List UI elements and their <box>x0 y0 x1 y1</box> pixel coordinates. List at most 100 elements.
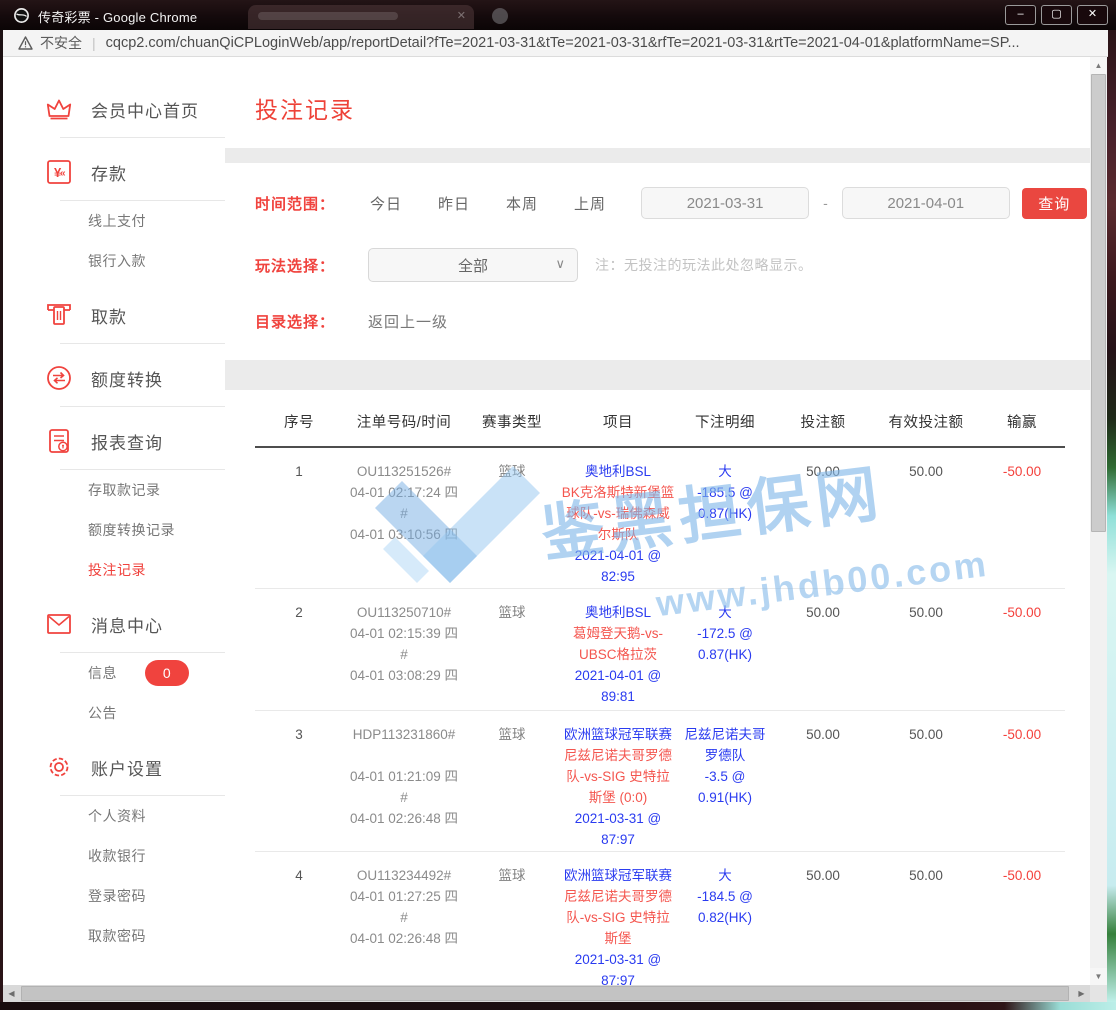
cell-order-number-time[interactable]: OU113251526# 04-01 02:17:24 四 # 04-01 03… <box>343 447 465 589</box>
horizontal-scrollbar[interactable]: ◀ ▶ <box>3 985 1090 1002</box>
quick-last-week[interactable]: 上周 <box>574 193 606 214</box>
horizontal-scroll-thumb[interactable] <box>21 986 1069 1001</box>
cell-index: 3 <box>255 711 343 852</box>
cell-order-number-time[interactable]: OU113250710# 04-01 02:15:39 四 # 04-01 03… <box>343 589 465 711</box>
back-to-parent-link[interactable]: 返回上一级 <box>368 311 448 332</box>
table-row: 1 OU113251526# 04-01 02:17:24 四 # 04-01 … <box>255 447 1065 589</box>
sidebar-item-withdraw[interactable]: 取款 <box>3 293 225 337</box>
cell-sport-type: 篮球 <box>465 852 559 993</box>
table-row: 4 OU113234492# 04-01 01:27:25 四 # 04-01 … <box>255 852 1065 993</box>
svg-text:«: « <box>60 168 66 179</box>
cell-valid-bet-amount: 50.00 <box>873 589 979 711</box>
scroll-left-arrow[interactable]: ◀ <box>3 985 20 1002</box>
sidebar-item-quota-exchange[interactable]: 额度转换 <box>3 356 225 400</box>
match-teams[interactable]: BK克洛斯特新堡篮球队-vs-瑞佛森威尔斯队 <box>560 482 676 545</box>
scroll-right-arrow[interactable]: ▶ <box>1073 985 1090 1002</box>
column-header: 下注明细 <box>677 390 773 447</box>
quick-today[interactable]: 今日 <box>370 193 402 214</box>
background-tab-ghost[interactable]: ✕ <box>248 5 474 29</box>
minimize-button[interactable]: – <box>1005 5 1036 25</box>
table-header-row: 序号注单号码/时间赛事类型项目下注明细投注额有效投注额输赢 <box>255 390 1065 447</box>
not-secure-label: 不安全 <box>40 33 82 53</box>
sidebar-item-deposit[interactable]: ¥« 存款 <box>3 150 225 194</box>
cell-bet-detail: 尼兹尼诺夫哥罗德队 -3.5 @ 0.91(HK) <box>677 711 773 852</box>
cell-win-loss: -50.00 <box>979 589 1065 711</box>
report-icon <box>45 427 73 455</box>
scrollbar-corner <box>1090 985 1107 1002</box>
cell-item[interactable]: 欧洲篮球冠军联赛 尼兹尼诺夫哥罗德队-vs-SIG 史特拉斯堡 2021-03-… <box>559 852 677 993</box>
divider <box>60 137 225 138</box>
match-time-score: 2021-04-01 @ 82:95 <box>560 545 676 587</box>
quick-this-week[interactable]: 本周 <box>506 193 538 214</box>
close-button[interactable]: ✕ <box>1077 5 1108 25</box>
vertical-scrollbar[interactable]: ▲ ▼ <box>1090 57 1107 985</box>
sidebar-item-messages[interactable]: 信息 0 <box>3 653 225 693</box>
filter-card: 时间范围： 今日 昨日 本周 上周 2021-03-31 - 2021-04-0… <box>225 163 1090 360</box>
cell-bet-detail: 大 -172.5 @ 0.87(HK) <box>677 589 773 711</box>
match-teams[interactable]: 葛姆登天鹅-vs-UBSC格拉茨 <box>560 623 676 665</box>
cell-sport-type: 篮球 <box>465 447 559 589</box>
message-count-badge: 0 <box>145 660 189 686</box>
table-body: 1 OU113251526# 04-01 02:17:24 四 # 04-01 … <box>255 447 1065 1002</box>
scroll-up-arrow[interactable]: ▲ <box>1090 57 1107 74</box>
chevron-down-icon: ∨ <box>555 256 565 272</box>
maximize-button[interactable]: ▢ <box>1041 5 1072 25</box>
sidebar-item-personal-info[interactable]: 个人资料 <box>3 796 225 836</box>
vertical-scroll-thumb[interactable] <box>1091 74 1106 532</box>
sidebar-item-betting-records[interactable]: 投注记录 <box>3 550 225 590</box>
date-to-input[interactable]: 2021-04-01 <box>842 187 1010 219</box>
betting-records-table: 序号注单号码/时间赛事类型项目下注明细投注额有效投注额输赢 1 OU113251… <box>255 390 1065 1002</box>
new-tab-ghost[interactable] <box>492 8 508 24</box>
cell-item[interactable]: 欧洲篮球冠军联赛 尼兹尼诺夫哥罗德队-vs-SIG 史特拉斯堡 (0:0) 20… <box>559 711 677 852</box>
sidebar-item-report-query[interactable]: 报表查询 <box>3 419 225 463</box>
sidebar-item-quota-exchange-records[interactable]: 额度转换记录 <box>3 510 225 550</box>
sidebar-item-login-password[interactable]: 登录密码 <box>3 876 225 916</box>
url-separator: | <box>92 35 96 51</box>
play-select-note: 注：无投注的玩法此处忽略显示。 <box>595 255 813 275</box>
address-bar[interactable]: 不安全 | cqcp2.com/chuanQiCPLoginWeb/app/re… <box>3 30 1108 57</box>
cell-bet-detail: 大 -184.5 @ 0.82(HK) <box>677 852 773 993</box>
sidebar-item-announcements[interactable]: 公告 <box>3 693 225 733</box>
league-name[interactable]: 奥地利BSL <box>560 461 676 482</box>
time-range-row: 时间范围： 今日 昨日 本周 上周 2021-03-31 - 2021-04-0… <box>255 187 1090 219</box>
league-name[interactable]: 欧洲篮球冠军联赛 <box>560 865 676 886</box>
cell-win-loss: -50.00 <box>979 711 1065 852</box>
cell-order-number-time[interactable]: OU113234492# 04-01 01:27:25 四 # 04-01 02… <box>343 852 465 993</box>
sidebar-item-withdraw-password[interactable]: 取款密码 <box>3 916 225 956</box>
sidebar-item-member-home[interactable]: 会员中心首页 <box>3 87 225 131</box>
league-name[interactable]: 奥地利BSL <box>560 602 676 623</box>
cell-item[interactable]: 奥地利BSL BK克洛斯特新堡篮球队-vs-瑞佛森威尔斯队 2021-04-01… <box>559 447 677 589</box>
play-type-select[interactable]: 全部 ∨ <box>368 248 578 282</box>
divider <box>60 343 225 344</box>
cell-index: 2 <box>255 589 343 711</box>
play-select-label: 玩法选择： <box>255 255 345 276</box>
sidebar-item-receiving-bank[interactable]: 收款银行 <box>3 836 225 876</box>
cell-sport-type: 篮球 <box>465 711 559 852</box>
page-title: 投注记录 <box>255 97 355 123</box>
gear-icon <box>45 753 73 781</box>
cell-item[interactable]: 奥地利BSL 葛姆登天鹅-vs-UBSC格拉茨 2021-04-01 @ 89:… <box>559 589 677 711</box>
sidebar-item-online-payment[interactable]: 线上支付 <box>3 201 225 241</box>
title-bar: 传奇彩票 - Google Chrome ✕ – ▢ ✕ <box>0 0 1116 30</box>
sidebar-item-bank-deposit[interactable]: 银行入款 <box>3 241 225 281</box>
deposit-icon: ¥« <box>45 158 73 186</box>
match-teams[interactable]: 尼兹尼诺夫哥罗德队-vs-SIG 史特拉斯堡 (0:0) <box>560 745 676 808</box>
window-border-left <box>0 30 3 1010</box>
cell-valid-bet-amount: 50.00 <box>873 711 979 852</box>
query-button[interactable]: 查询 <box>1022 188 1087 219</box>
scroll-down-arrow[interactable]: ▼ <box>1090 968 1107 985</box>
match-time-score: 2021-03-31 @ 87:97 <box>560 808 676 850</box>
cell-order-number-time[interactable]: HDP113231860# 04-01 01:21:09 四 # 04-01 0… <box>343 711 465 852</box>
quick-yesterday[interactable]: 昨日 <box>438 193 470 214</box>
sidebar-item-message-center[interactable]: 消息中心 <box>3 602 225 646</box>
cell-bet-amount: 50.00 <box>773 589 873 711</box>
page-url[interactable]: cqcp2.com/chuanQiCPLoginWeb/app/reportDe… <box>106 35 1020 51</box>
match-teams[interactable]: 尼兹尼诺夫哥罗德队-vs-SIG 史特拉斯堡 <box>560 886 676 949</box>
sidebar-item-account-settings[interactable]: 账户设置 <box>3 745 225 789</box>
league-name[interactable]: 欧洲篮球冠军联赛 <box>560 724 676 745</box>
date-from-input[interactable]: 2021-03-31 <box>641 187 809 219</box>
window-border-bottom <box>0 1002 1116 1010</box>
sidebar-item-deposit-withdraw-records[interactable]: 存取款记录 <box>3 470 225 510</box>
envelope-icon <box>45 610 73 638</box>
title-card: 投注记录 <box>225 57 1090 148</box>
